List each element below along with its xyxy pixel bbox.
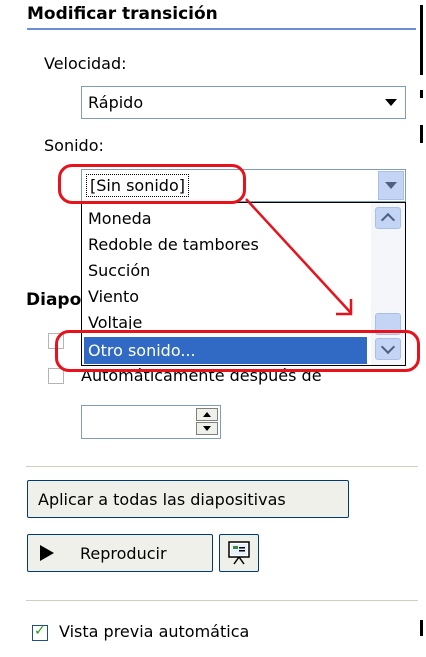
window-edge bbox=[420, 90, 423, 98]
spin-down-icon bbox=[203, 426, 211, 431]
spin-up-icon bbox=[203, 412, 211, 417]
sound-dropdown-button[interactable] bbox=[378, 171, 404, 200]
sound-option[interactable]: Moneda bbox=[88, 209, 152, 228]
apply-all-label: Aplicar a todas las diapositivas bbox=[38, 490, 286, 509]
separator bbox=[26, 600, 418, 601]
autopreview-label: Vista previa automática bbox=[59, 622, 250, 641]
separator bbox=[26, 466, 418, 467]
advance-section-heading: Diapo bbox=[26, 290, 82, 310]
play-button[interactable]: Reproducir bbox=[27, 534, 213, 572]
highlight-other-sound bbox=[55, 330, 420, 372]
auto-after-spinner[interactable] bbox=[81, 405, 221, 439]
sound-option[interactable]: Redoble de tambores bbox=[88, 235, 259, 254]
window-edge bbox=[420, 125, 423, 143]
scroll-up-icon bbox=[380, 212, 396, 228]
panel-title: Modificar transición bbox=[27, 4, 218, 24]
sound-label: Sonido: bbox=[44, 136, 104, 155]
title-underline bbox=[27, 28, 416, 30]
play-icon bbox=[40, 545, 54, 561]
spin-down-button[interactable] bbox=[196, 422, 218, 435]
check-icon: ✓ bbox=[34, 623, 46, 639]
chevron-down-icon bbox=[385, 182, 397, 189]
highlight-no-sound bbox=[58, 164, 246, 204]
sound-option[interactable]: Viento bbox=[88, 287, 139, 306]
play-label: Reproducir bbox=[80, 544, 167, 563]
scroll-up-button[interactable] bbox=[375, 207, 401, 229]
speed-label: Velocidad: bbox=[44, 54, 127, 73]
chevron-down-icon bbox=[385, 99, 397, 106]
autopreview-checkbox[interactable]: ✓ bbox=[32, 623, 48, 641]
slide-show-button[interactable] bbox=[219, 534, 259, 572]
window-edge bbox=[420, 620, 423, 636]
spin-up-button[interactable] bbox=[196, 408, 218, 421]
speed-select[interactable]: Rápido bbox=[81, 86, 406, 119]
apply-all-button[interactable]: Aplicar a todas las diapositivas bbox=[27, 480, 349, 518]
sound-option[interactable]: Voltaje bbox=[88, 313, 142, 329]
slide-show-icon bbox=[228, 541, 250, 565]
window-edge bbox=[420, 5, 423, 75]
speed-value: Rápido bbox=[88, 93, 144, 112]
sound-option[interactable]: Succión bbox=[88, 261, 150, 280]
speed-dropdown-button[interactable] bbox=[378, 88, 404, 117]
